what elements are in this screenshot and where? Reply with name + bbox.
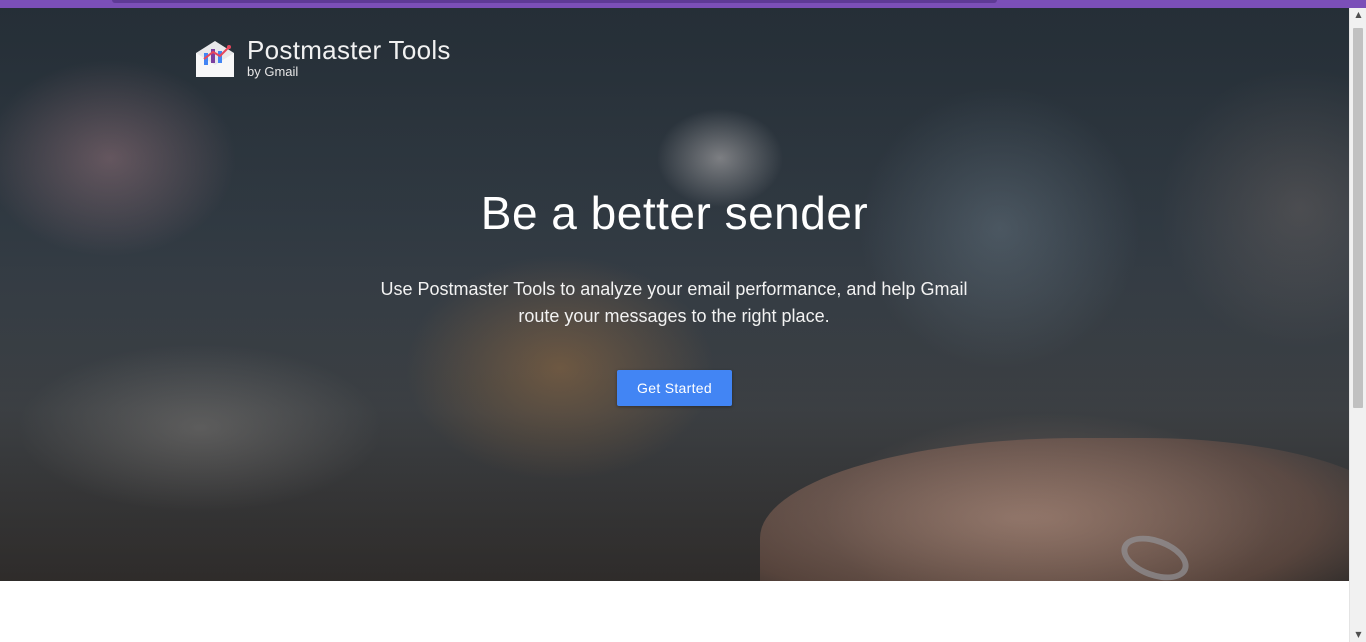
browser-tab-strip [112,0,997,3]
brand-title: Postmaster Tools [247,35,451,65]
hero-section: Postmaster Tools by Gmail Be a better se… [0,8,1349,581]
hero-description: Use Postmaster Tools to analyze your ema… [380,279,968,326]
hero-headline: Be a better sender [480,187,869,239]
scroll-down-arrow-icon[interactable]: ▼ [1350,628,1366,642]
scroll-up-arrow-icon[interactable]: ▲ [1350,8,1366,22]
scrollbar-thumb[interactable] [1353,28,1363,408]
browser-top-bar [0,0,1366,8]
page-viewport: Postmaster Tools by Gmail Be a better se… [0,8,1349,642]
envelope-chart-icon [194,39,236,81]
brand-text: Postmaster Tools by Gmail [247,36,451,79]
brand-subtitle: by Gmail [247,64,299,79]
get-started-button[interactable]: Get Started [617,370,732,406]
vertical-scrollbar[interactable]: ▲ ▼ [1349,8,1366,642]
brand-home-link[interactable]: Postmaster Tools by Gmail [194,36,451,81]
